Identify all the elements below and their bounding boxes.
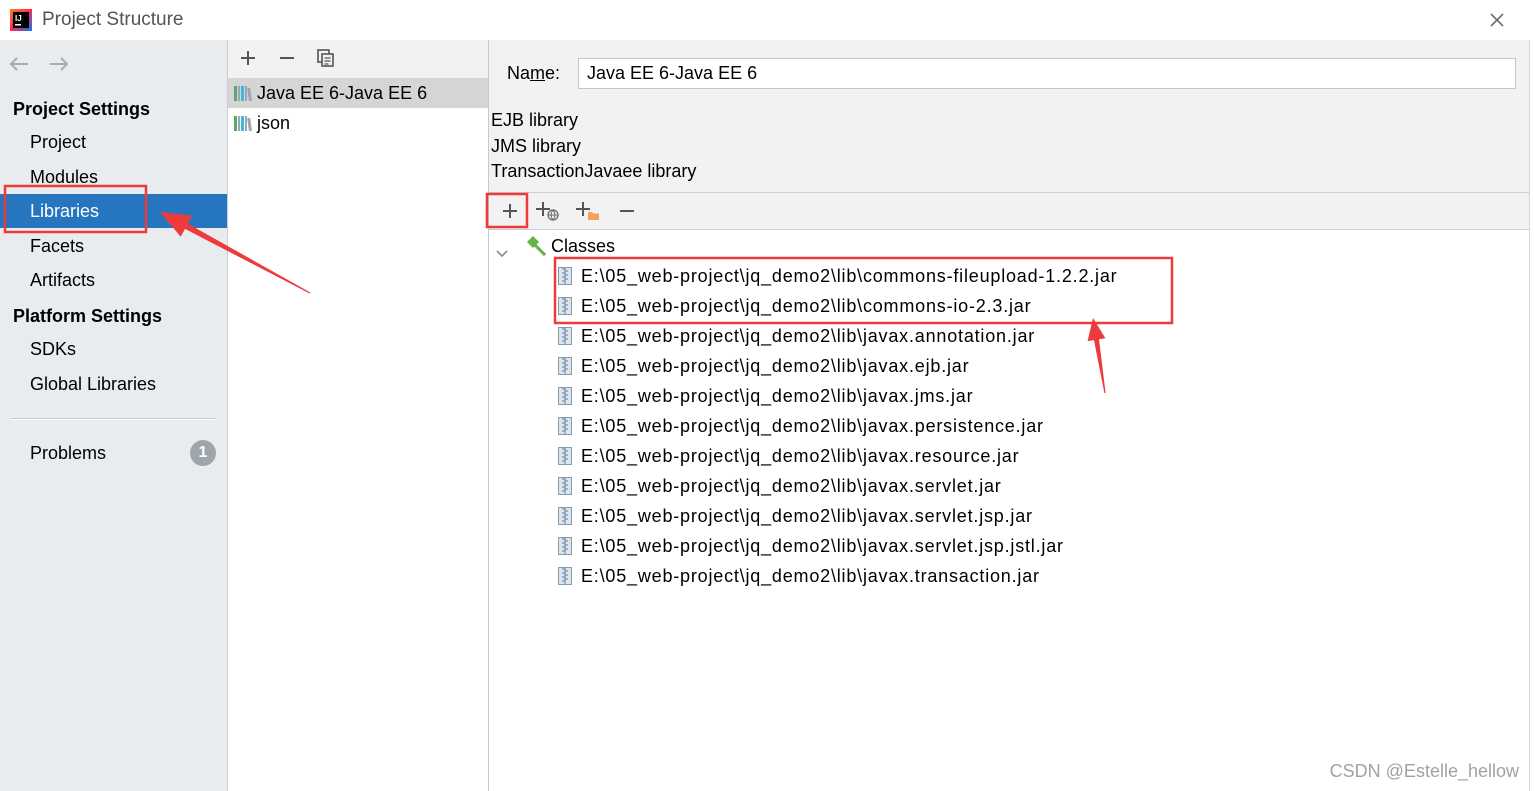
- sidebar-item-artifacts[interactable]: Artifacts: [0, 263, 227, 297]
- jar-entry-row[interactable]: E:\05_web-project\jq_demo2\lib\javax.ser…: [489, 471, 1529, 501]
- copy-library-button[interactable]: [317, 49, 335, 67]
- name-label-start: Na: [507, 63, 531, 83]
- sidebar-item-facets[interactable]: Facets: [0, 229, 227, 263]
- tree-node-classes[interactable]: Classes: [489, 231, 1529, 261]
- jar-icon: [557, 476, 573, 496]
- name-label: Name:: [507, 58, 560, 88]
- jar-entry-row[interactable]: E:\05_web-project\jq_demo2\lib\javax.tra…: [489, 561, 1529, 591]
- jar-path: E:\05_web-project\jq_demo2\lib\javax.ser…: [581, 476, 1002, 496]
- title-bar: IJ Project Structure: [0, 0, 1534, 40]
- name-label-mnemonic: m: [530, 63, 546, 83]
- library-icon: [233, 113, 253, 133]
- jar-icon: [557, 416, 573, 436]
- jar-path: E:\05_web-project\jq_demo2\lib\javax.ejb…: [581, 356, 970, 376]
- attach-directory-button[interactable]: [575, 200, 601, 222]
- jar-icon: [557, 506, 573, 526]
- jar-path: E:\05_web-project\jq_demo2\lib\javax.tra…: [581, 566, 1040, 586]
- add-icon: [503, 204, 517, 218]
- library-item-java-ee-6[interactable]: Java EE 6-Java EE 6: [228, 78, 488, 108]
- jar-icon: [557, 566, 573, 586]
- sidebar-item-label: Problems: [30, 443, 107, 463]
- jar-path: E:\05_web-project\jq_demo2\lib\javax.res…: [581, 446, 1020, 466]
- copy-icon: [317, 49, 334, 67]
- jar-path: E:\05_web-project\jq_demo2\lib\javax.jms…: [581, 386, 974, 406]
- logo-text: IJ: [15, 14, 22, 23]
- library-kind: TransactionJavaee library: [491, 161, 697, 181]
- platform-settings-header: Platform Settings: [13, 306, 163, 326]
- jar-entry-row[interactable]: E:\05_web-project\jq_demo2\lib\javax.ser…: [489, 531, 1529, 561]
- jar-entry-row[interactable]: E:\05_web-project\jq_demo2\lib\javax.ejb…: [489, 351, 1529, 381]
- jar-path: E:\05_web-project\jq_demo2\lib\commons-f…: [581, 266, 1118, 286]
- back-button[interactable]: [9, 55, 29, 71]
- library-properties: Name: EJB library JMS library Transactio…: [489, 40, 1529, 193]
- jar-icon: [557, 266, 573, 286]
- chevron-down-icon[interactable]: [496, 242, 508, 258]
- remove-library-button[interactable]: [278, 49, 296, 67]
- jar-entry-row[interactable]: E:\05_web-project\jq_demo2\lib\javax.per…: [489, 411, 1529, 441]
- sidebar-item-modules[interactable]: Modules: [0, 160, 227, 194]
- library-icon: [233, 83, 253, 103]
- sidebar-item-global-libraries[interactable]: Global Libraries: [0, 367, 227, 401]
- remove-root-button[interactable]: [616, 200, 638, 222]
- attach-url-button[interactable]: [535, 200, 561, 222]
- jar-entry-row[interactable]: E:\05_web-project\jq_demo2\lib\javax.res…: [489, 441, 1529, 471]
- library-name: json: [257, 113, 291, 133]
- sidebar-item-problems[interactable]: Problems 1: [0, 436, 227, 470]
- jar-path: E:\05_web-project\jq_demo2\lib\javax.per…: [581, 416, 1044, 436]
- hammer-icon: [525, 236, 547, 257]
- add-root-button[interactable]: [499, 200, 521, 222]
- add-url-icon: [536, 202, 559, 221]
- jar-entry-row[interactable]: E:\05_web-project\jq_demo2\lib\commons-i…: [489, 291, 1529, 321]
- add-library-button[interactable]: [239, 49, 257, 67]
- library-name: Java EE 6-Java EE 6: [257, 83, 428, 103]
- jar-icon: [557, 356, 573, 376]
- remove-icon: [280, 57, 294, 59]
- jar-entry-row[interactable]: E:\05_web-project\jq_demo2\lib\javax.jms…: [489, 381, 1529, 411]
- add-directory-icon: [576, 202, 599, 220]
- problems-count-badge: 1: [190, 440, 216, 466]
- arrow-right-icon: [50, 57, 69, 71]
- watermark: CSDN @Estelle_hellow: [1329, 761, 1519, 781]
- sidebar-item-libraries[interactable]: Libraries: [0, 194, 227, 228]
- jar-entry-row[interactable]: E:\05_web-project\jq_demo2\lib\javax.ser…: [489, 501, 1529, 531]
- close-icon: [1490, 13, 1504, 27]
- library-item-json[interactable]: json: [228, 108, 488, 138]
- tree-node-label: Classes: [551, 236, 616, 256]
- remove-icon: [620, 210, 634, 212]
- jar-path: E:\05_web-project\jq_demo2\lib\javax.ann…: [581, 326, 1036, 346]
- library-list-toolbar: [228, 40, 488, 78]
- jar-entry-row[interactable]: E:\05_web-project\jq_demo2\lib\javax.ann…: [489, 321, 1529, 351]
- arrow-left-icon: [9, 57, 28, 71]
- library-list-panel: Java EE 6-Java EE 6 json: [228, 40, 489, 791]
- sidebar-separator: [10, 418, 215, 419]
- project-settings-header: Project Settings: [13, 99, 151, 119]
- jar-icon: [557, 446, 573, 466]
- jar-icon: [557, 296, 573, 316]
- jar-entries: E:\05_web-project\jq_demo2\lib\commons-f…: [489, 261, 1529, 601]
- add-icon: [241, 51, 255, 65]
- library-list: Java EE 6-Java EE 6 json: [228, 78, 488, 791]
- classes-tree: Classes E:\05_web-project\jq_demo2\lib\c…: [489, 230, 1529, 791]
- jar-path: E:\05_web-project\jq_demo2\lib\javax.ser…: [581, 536, 1064, 556]
- jar-icon: [557, 326, 573, 346]
- library-kind: EJB library: [491, 110, 579, 130]
- close-button[interactable]: [1486, 9, 1508, 31]
- sidebar-item-sdks[interactable]: SDKs: [0, 332, 227, 366]
- jar-entry-row[interactable]: E:\05_web-project\jq_demo2\lib\commons-f…: [489, 261, 1529, 291]
- name-label-end: e:: [545, 63, 561, 83]
- library-name-input[interactable]: [578, 58, 1516, 89]
- library-kind: JMS library: [491, 135, 582, 156]
- jar-icon: [557, 536, 573, 556]
- settings-sidebar: Project Settings Project Modules Librari…: [0, 40, 228, 791]
- jar-icon: [557, 386, 573, 406]
- forward-button[interactable]: [49, 55, 69, 71]
- library-roots-toolbar: [489, 193, 1529, 230]
- window-title: Project Structure: [42, 9, 184, 30]
- jar-path: E:\05_web-project\jq_demo2\lib\javax.ser…: [581, 506, 1033, 526]
- sidebar-item-project[interactable]: Project: [0, 125, 227, 159]
- intellij-logo-icon: IJ: [10, 9, 32, 31]
- library-detail-panel: Name: EJB library JMS library Transactio…: [489, 40, 1530, 791]
- jar-path: E:\05_web-project\jq_demo2\lib\commons-i…: [581, 296, 1032, 316]
- library-kinds: EJB library JMS library TransactionJavae…: [491, 108, 696, 185]
